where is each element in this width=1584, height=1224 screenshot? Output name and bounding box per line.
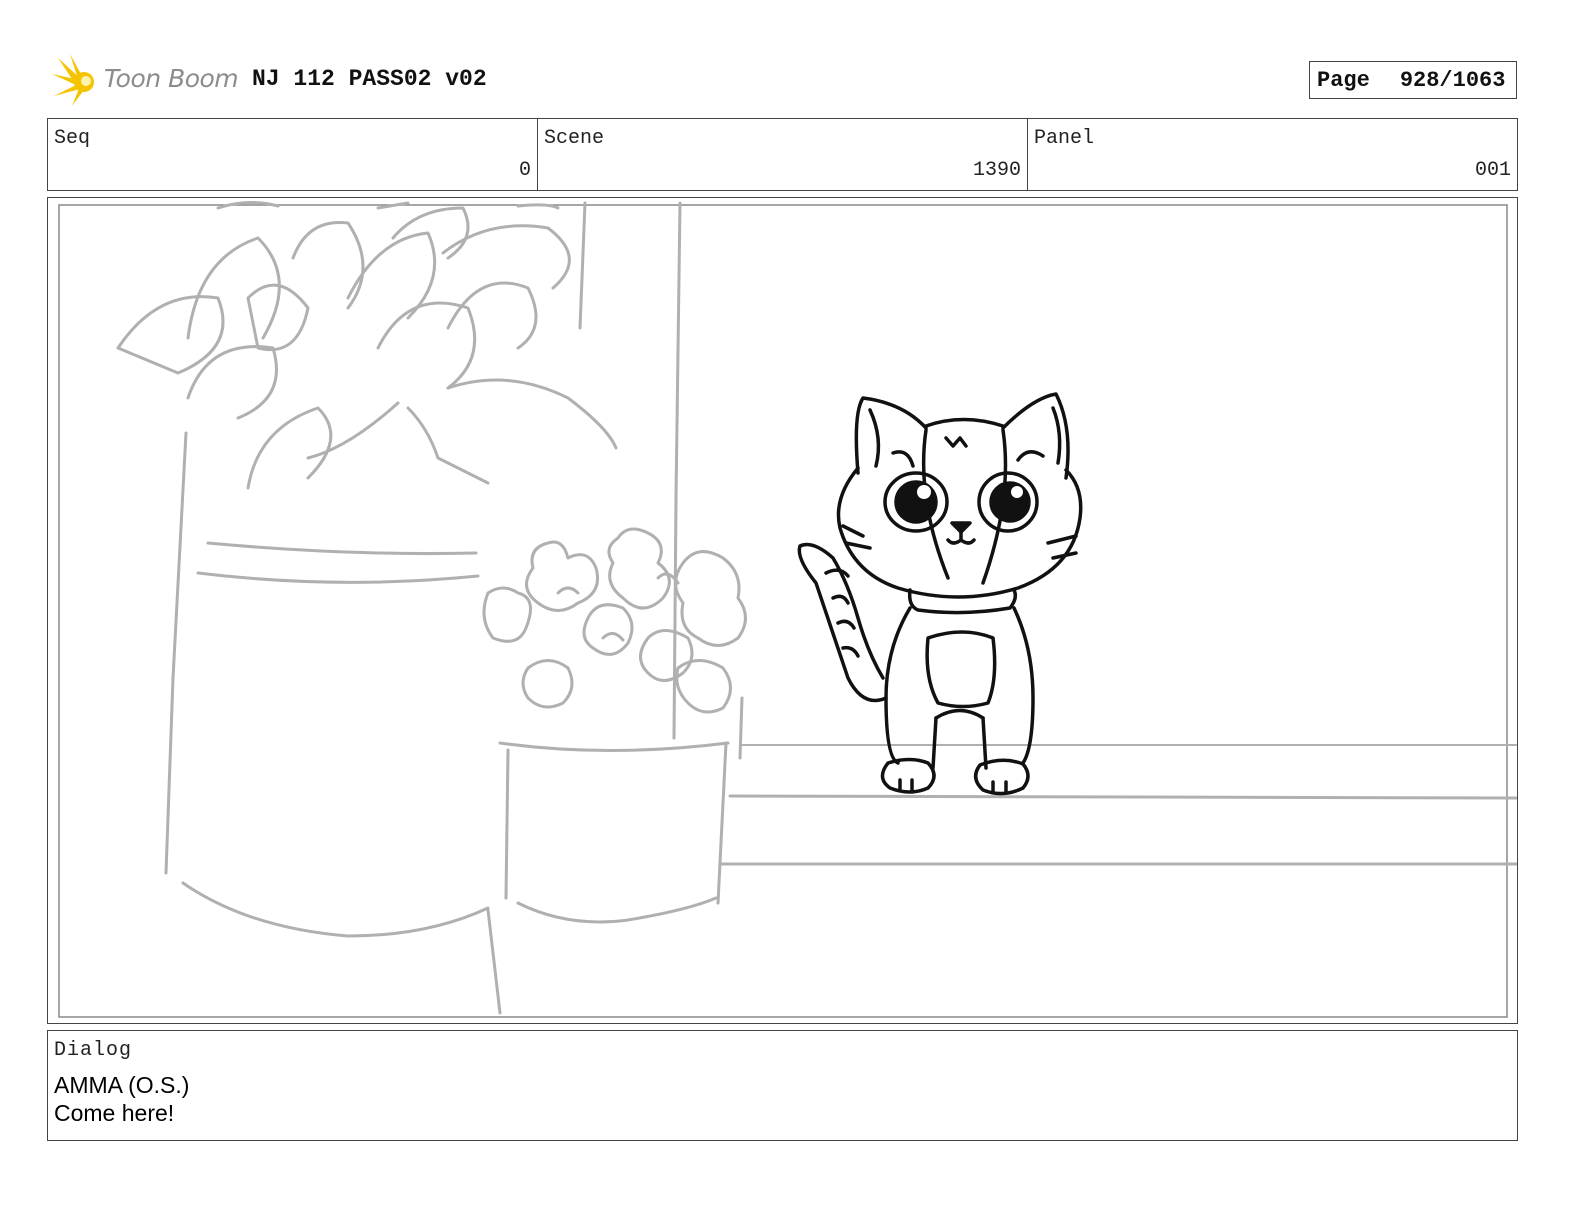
scene-label: Scene xyxy=(544,127,605,150)
page-label: Page xyxy=(1317,67,1370,93)
dialog-text: AMMA (O.S.) Come here! xyxy=(54,1071,189,1127)
toon-boom-star-icon xyxy=(52,54,94,106)
dialog-line: Come here! xyxy=(54,1100,175,1126)
dialog-character: AMMA (O.S.) xyxy=(54,1072,190,1098)
seq-value: 0 xyxy=(518,159,531,182)
panel-label: Panel xyxy=(1034,127,1095,150)
panel-drawing xyxy=(58,201,1517,1018)
dialog-box: Dialog AMMA (O.S.) Come here! xyxy=(47,1030,1518,1141)
background-sketch xyxy=(116,201,1517,1015)
logo-text: Toon Boom xyxy=(104,64,239,93)
panel-cell: Panel 001 xyxy=(1028,119,1517,190)
scene-cell: Scene 1390 xyxy=(538,119,1028,190)
seq-label: Seq xyxy=(54,127,91,150)
cat-character xyxy=(797,392,1083,796)
shot-info-row: Seq 0 Scene 1390 Panel 001 xyxy=(47,118,1518,191)
panel-value: 001 xyxy=(1474,159,1511,182)
dialog-label: Dialog xyxy=(54,1039,133,1062)
panel-frame xyxy=(58,204,1508,1018)
seq-cell: Seq 0 xyxy=(48,119,538,190)
project-title: NJ 112 PASS02 v02 xyxy=(252,66,487,92)
storyboard-panel xyxy=(47,197,1518,1024)
page-indicator: Page 928/1063 xyxy=(1309,61,1517,99)
page-number: 928/1063 xyxy=(1399,67,1506,93)
scene-value: 1390 xyxy=(972,159,1021,182)
toon-boom-logo: Toon Boom xyxy=(50,52,240,108)
